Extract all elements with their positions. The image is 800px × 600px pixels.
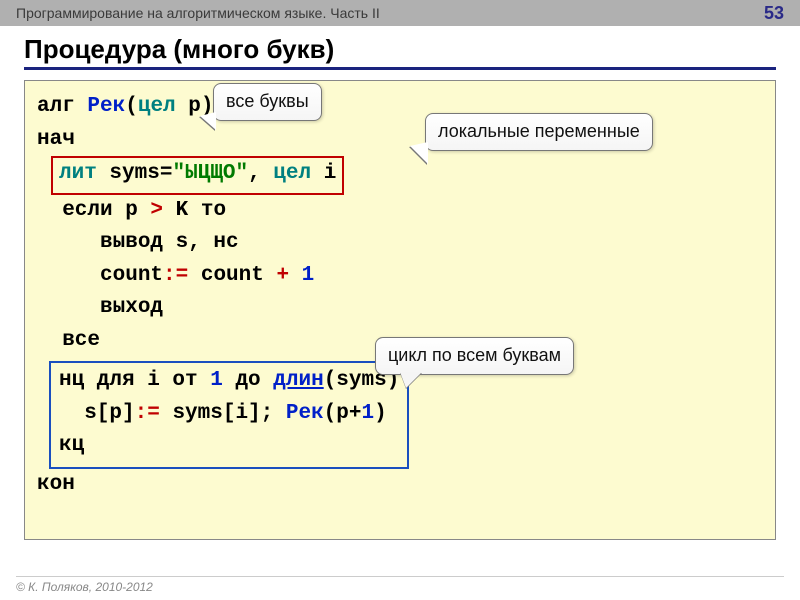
- proc-name: Рек: [87, 95, 125, 118]
- txt: кц: [59, 434, 84, 457]
- callout-text: цикл по всем буквам: [388, 345, 561, 365]
- callout-tail-icon: [200, 112, 216, 130]
- callout-all-letters: все буквы: [213, 83, 322, 121]
- callout-local-vars: локальные переменные: [425, 113, 653, 151]
- txt: (p+: [324, 402, 362, 425]
- code-line: лит syms="ЫЦЩО", цел i: [49, 156, 763, 195]
- txt: count: [37, 264, 163, 287]
- callout-text: все буквы: [226, 91, 309, 111]
- txt: нц для i от: [59, 369, 210, 392]
- code-block: все буквы локальные переменные цикл по в…: [24, 80, 776, 540]
- txt: до: [223, 369, 273, 392]
- txt: syms[i];: [172, 402, 285, 425]
- code-line: нач: [37, 124, 763, 157]
- kw: алг: [37, 95, 87, 118]
- string-literal: "ЫЦЩО": [172, 162, 248, 185]
- num: 1: [210, 369, 223, 392]
- comma: ,: [248, 162, 273, 185]
- txt: если p: [37, 199, 138, 222]
- callout-tail-icon: [410, 142, 428, 164]
- txt: K то: [176, 199, 226, 222]
- code-line: count:= count + 1: [37, 260, 763, 293]
- title-underline: [24, 67, 776, 70]
- local-vars-box: лит syms="ЫЦЩО", цел i: [51, 156, 344, 195]
- header-page: 53: [764, 3, 784, 24]
- code-line: выход: [37, 292, 763, 325]
- op: :=: [135, 402, 173, 425]
- code-line: если p > K то: [37, 195, 763, 228]
- callout-loop: цикл по всем буквам: [375, 337, 574, 375]
- header-title: Программирование на алгоритмическом язык…: [16, 5, 380, 21]
- num: 1: [361, 402, 374, 425]
- num: 1: [302, 264, 315, 287]
- callout-tail-icon: [400, 372, 422, 388]
- type: лит: [59, 162, 109, 185]
- func: длин: [273, 369, 323, 392]
- op: :=: [163, 264, 201, 287]
- var: i: [311, 162, 336, 185]
- type: цел: [138, 95, 176, 118]
- code-line: алг Рек(цел p): [37, 91, 763, 124]
- code-line: вывод s, нс: [37, 227, 763, 260]
- code-line: кон: [37, 469, 763, 502]
- op: >: [138, 199, 176, 222]
- loop-box: нц для i от 1 до длин(syms) s[p]:= syms[…: [49, 361, 409, 469]
- callout-text: локальные переменные: [438, 121, 640, 141]
- proc-name: Рек: [286, 402, 324, 425]
- page-title: Процедура (много букв): [24, 34, 776, 65]
- type: цел: [273, 162, 311, 185]
- footer-copyright: © К. Поляков, 2010-2012: [16, 576, 784, 594]
- txt: ): [374, 402, 387, 425]
- txt: s[p]: [59, 402, 135, 425]
- slide-header: Программирование на алгоритмическом язык…: [0, 0, 800, 26]
- paren: (: [125, 95, 138, 118]
- txt: count: [201, 264, 264, 287]
- var: syms=: [109, 162, 172, 185]
- op: +: [264, 264, 302, 287]
